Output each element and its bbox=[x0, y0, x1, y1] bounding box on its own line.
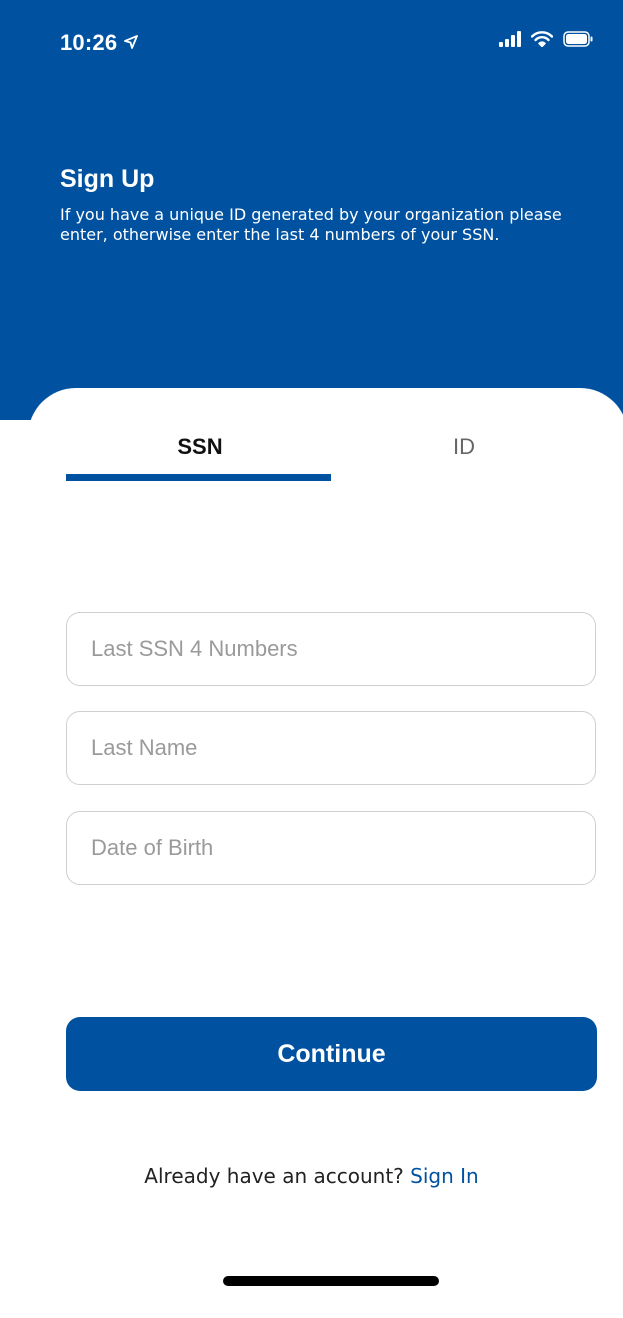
wifi-icon bbox=[530, 30, 554, 52]
continue-button-label: Continue bbox=[277, 1039, 386, 1068]
ssn-field-container bbox=[66, 612, 596, 686]
page-subtitle: If you have a unique ID generated by you… bbox=[60, 205, 562, 244]
status-time-label: 10:26 bbox=[60, 30, 118, 55]
date-of-birth-input[interactable] bbox=[67, 812, 595, 884]
status-time: 10:26 bbox=[60, 30, 139, 56]
sign-in-prompt-text: Already have an account? bbox=[144, 1164, 404, 1188]
last-name-input[interactable] bbox=[67, 712, 595, 784]
continue-button[interactable]: Continue bbox=[66, 1017, 597, 1091]
status-icons bbox=[499, 29, 593, 53]
last-name-field-container bbox=[66, 711, 596, 785]
active-tab-indicator bbox=[66, 474, 331, 481]
home-indicator bbox=[223, 1276, 439, 1286]
tab-id-label: ID bbox=[453, 434, 475, 459]
location-arrow-icon bbox=[123, 30, 139, 56]
tab-ssn-label: SSN bbox=[177, 434, 223, 459]
cellular-signal-icon bbox=[499, 30, 521, 52]
dob-field-container bbox=[66, 811, 596, 885]
status-bar: 10:26 bbox=[0, 0, 623, 80]
header-banner: 10:26 Sign Up If you have a unique ID ge… bbox=[0, 0, 623, 420]
ssn-last-four-input[interactable] bbox=[67, 613, 595, 685]
sign-in-prompt: Already have an account? Sign In bbox=[0, 1164, 623, 1188]
page-title: Sign Up bbox=[60, 165, 155, 193]
tab-ssn[interactable]: SSN bbox=[130, 432, 270, 462]
battery-icon bbox=[563, 30, 593, 52]
tab-id[interactable]: ID bbox=[394, 432, 534, 462]
sign-in-link[interactable]: Sign In bbox=[410, 1164, 479, 1188]
